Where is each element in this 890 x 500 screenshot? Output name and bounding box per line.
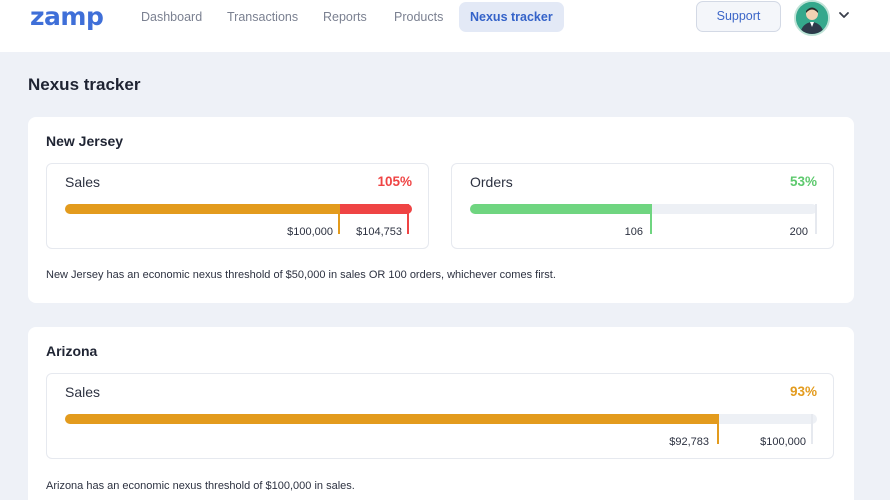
progress-fill-under-threshold	[65, 204, 338, 214]
sales-metric-panel: Sales 93% $92,783 $100,000	[46, 373, 834, 459]
zamp-logo[interactable]: zamp	[30, 2, 104, 31]
nav-reports[interactable]: Reports	[312, 2, 378, 32]
chevron-down-icon[interactable]	[838, 9, 850, 24]
state-card-arizona: Arizona Sales 93% $92,783 $100,000 Arizo…	[28, 327, 854, 500]
current-value-label: $104,753	[356, 226, 402, 238]
top-navbar: zamp Dashboard Transactions Reports Prod…	[0, 0, 890, 52]
nav-transactions[interactable]: Transactions	[216, 2, 309, 32]
metric-label: Sales	[65, 384, 101, 400]
threshold-label: $100,000	[287, 226, 333, 238]
current-value-label: $92,783	[669, 436, 709, 448]
current-marker	[650, 204, 652, 234]
current-marker	[717, 414, 719, 444]
current-marker	[407, 204, 409, 234]
metric-percent: 93%	[789, 384, 817, 399]
nexus-threshold-note: Arizona has an economic nexus threshold …	[46, 480, 355, 492]
sales-progress-bar	[65, 204, 412, 214]
nav-products[interactable]: Products	[383, 2, 454, 32]
progress-fill	[65, 414, 717, 424]
sales-metric-panel: Sales 105% $100,000 $104,753	[46, 163, 429, 249]
orders-progress-bar	[470, 204, 817, 214]
metric-label: Sales	[65, 174, 101, 190]
state-name: Arizona	[46, 343, 98, 359]
support-button[interactable]: Support	[696, 1, 781, 32]
progress-fill-over-threshold	[338, 204, 412, 214]
metric-percent: 105%	[377, 174, 412, 189]
threshold-label: 200	[789, 226, 808, 238]
metric-label: Orders	[470, 174, 513, 190]
state-name: New Jersey	[46, 133, 124, 149]
current-value-label: 106	[624, 226, 643, 238]
metric-percent: 53%	[789, 174, 817, 189]
nav-dashboard[interactable]: Dashboard	[130, 2, 213, 32]
orders-metric-panel: Orders 53% 106 200	[451, 163, 834, 249]
threshold-marker	[338, 204, 340, 234]
progress-fill	[470, 204, 650, 214]
state-card-new-jersey: New Jersey Sales 105% $100,000 $104,753 …	[28, 117, 854, 303]
threshold-marker	[811, 414, 813, 444]
threshold-marker	[815, 204, 817, 234]
avatar-person-icon	[796, 2, 828, 34]
threshold-label: $100,000	[760, 436, 806, 448]
user-avatar-icon[interactable]	[794, 0, 830, 36]
nexus-threshold-note: New Jersey has an economic nexus thresho…	[46, 269, 556, 281]
sales-progress-bar	[65, 414, 817, 424]
page-title: Nexus tracker	[28, 75, 141, 94]
nav-nexus-tracker[interactable]: Nexus tracker	[459, 2, 564, 32]
